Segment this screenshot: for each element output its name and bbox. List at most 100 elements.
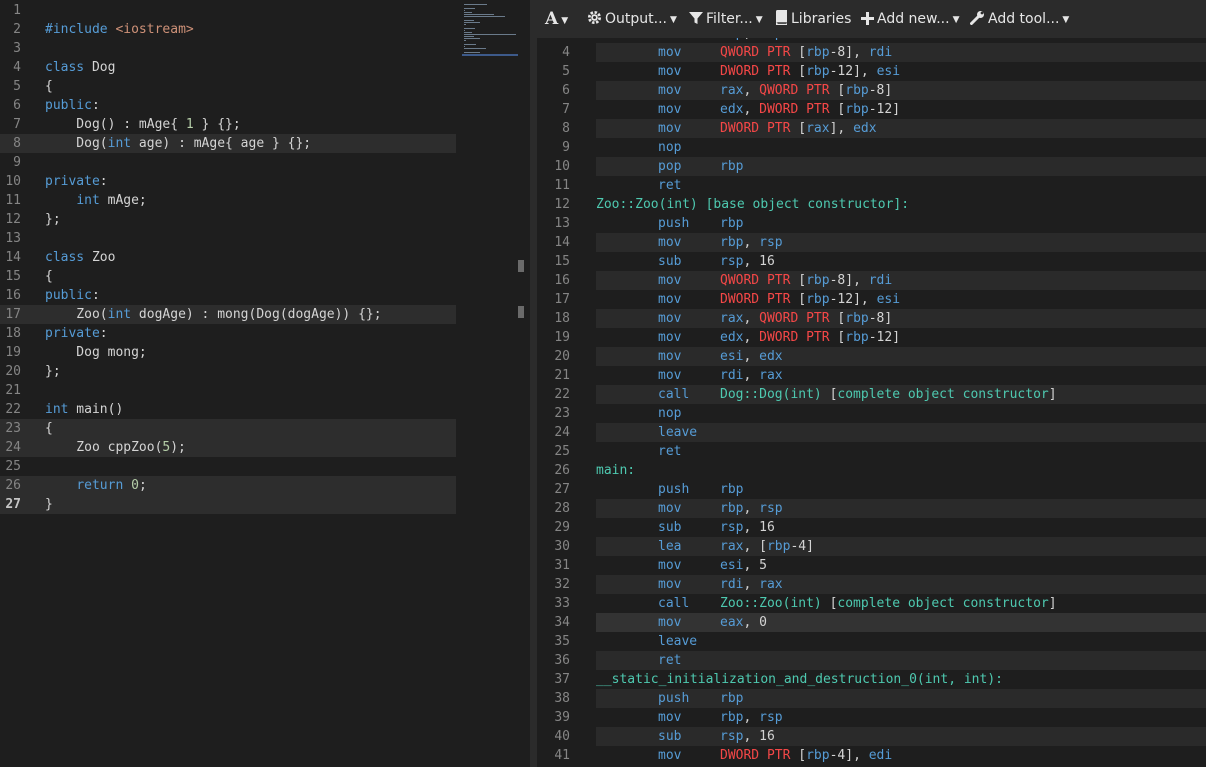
source-editor[interactable]: 1 2 #include <iostream> 3 4 class Dog 5{6 publi… bbox=[0, 0, 530, 767]
asm-instruction-line[interactable]: 6 mov rax, QWORD PTR [rbp-8] bbox=[537, 81, 1206, 100]
asm-operand-token: edx bbox=[720, 330, 744, 345]
code-line[interactable]: 18 private: bbox=[0, 324, 456, 343]
code-line[interactable]: 14 class Zoo bbox=[0, 248, 456, 267]
asm-label-line[interactable]: 26 main: bbox=[537, 461, 1206, 480]
asm-instruction-line[interactable]: 22 call Dog::Dog(int) [complete object con… bbox=[537, 385, 1206, 404]
pane-divider[interactable] bbox=[530, 0, 537, 767]
asm-instruction-line[interactable]: 40 sub rsp, 16 bbox=[537, 727, 1206, 746]
asm-instruction-line[interactable]: 23 nop bbox=[537, 404, 1206, 423]
code-token: class bbox=[45, 60, 85, 75]
asm-instruction-line[interactable]: 8 mov DWORD PTR [rax], edx bbox=[537, 119, 1206, 138]
asm-operand-token: , bbox=[743, 330, 760, 345]
code-line[interactable]: 9 bbox=[0, 153, 456, 172]
asm-operand-token: rsp bbox=[720, 520, 744, 535]
code-line[interactable]: 8 Dog(int age) : mAge{ age } {}; bbox=[0, 134, 456, 153]
asm-instruction-line[interactable]: 32 mov rdi, rax bbox=[537, 575, 1206, 594]
minimap-line bbox=[464, 8, 475, 9]
asm-instruction-line[interactable]: 19 mov edx, DWORD PTR [rbp-12] bbox=[537, 328, 1206, 347]
line-number: 20 bbox=[554, 349, 570, 364]
asm-instruction-line[interactable]: 28 mov rbp, rsp bbox=[537, 499, 1206, 518]
code-line[interactable]: 13 bbox=[0, 229, 456, 248]
asm-instruction-line[interactable]: 16 mov QWORD PTR [rbp-8], rdi bbox=[537, 271, 1206, 290]
minimap-viewport[interactable] bbox=[462, 54, 518, 56]
filter-button[interactable]: Filter... ▼ bbox=[689, 0, 763, 38]
line-number: 15 bbox=[5, 269, 21, 284]
line-number: 41 bbox=[554, 748, 570, 763]
asm-opcode: mov bbox=[658, 121, 682, 136]
asm-instruction-line[interactable]: 25 ret bbox=[537, 442, 1206, 461]
code-line[interactable]: 17 Zoo(int dogAge) : mong(Dog(dogAge)) {… bbox=[0, 305, 456, 324]
code-line[interactable]: 6 public: bbox=[0, 96, 456, 115]
asm-instruction-line[interactable]: 30 lea rax, [rbp-4] bbox=[537, 537, 1206, 556]
minimap-line bbox=[464, 12, 473, 13]
asm-instruction-line[interactable]: 14 mov rbp, rsp bbox=[537, 233, 1206, 252]
code-line[interactable]: 23 { bbox=[0, 419, 456, 438]
code-line[interactable]: 15 { bbox=[0, 267, 456, 286]
asm-instruction-line[interactable]: 27 push rbp bbox=[537, 480, 1206, 499]
line-number: 22 bbox=[554, 387, 570, 402]
asm-instruction-line[interactable]: 20 mov esi, edx bbox=[537, 347, 1206, 366]
line-number: 18 bbox=[5, 326, 21, 341]
asm-instruction-line[interactable]: 5 mov DWORD PTR [rbp-12], esi bbox=[537, 62, 1206, 81]
code-line[interactable]: 24 Zoo cppZoo(5); bbox=[0, 438, 456, 457]
assembly-output[interactable]: 3movrbp, rsp4movQWORD PTR [rbp-8], rdi5m… bbox=[537, 0, 1206, 767]
asm-operand-token: rax bbox=[806, 121, 830, 136]
asm-opcode: lea bbox=[658, 539, 682, 554]
line-number: 16 bbox=[5, 288, 21, 303]
minimap-line bbox=[464, 16, 505, 17]
asm-operands: rbp bbox=[720, 157, 743, 176]
asm-instruction-line[interactable]: 18 mov rax, QWORD PTR [rbp-8] bbox=[537, 309, 1206, 328]
line-number: 7 bbox=[562, 102, 570, 117]
asm-instruction-line[interactable]: 17 mov DWORD PTR [rbp-12], esi bbox=[537, 290, 1206, 309]
code-line[interactable]: 26 return 0; bbox=[0, 476, 456, 495]
asm-instruction-line[interactable]: 11 ret bbox=[537, 176, 1206, 195]
asm-label-line[interactable]: 37 __static_initialization_and_destructio… bbox=[537, 670, 1206, 689]
output-button[interactable]: Output... ▼ bbox=[587, 0, 677, 38]
asm-instruction-line[interactable]: 34 mov eax, 0 bbox=[537, 613, 1206, 632]
minimap[interactable] bbox=[462, 0, 518, 58]
asm-instruction-line[interactable]: 21 mov rdi, rax bbox=[537, 366, 1206, 385]
asm-instruction-line[interactable]: 35 leave bbox=[537, 632, 1206, 651]
asm-instruction-line[interactable]: 24 leave bbox=[537, 423, 1206, 442]
code-line[interactable]: 10 private: bbox=[0, 172, 456, 191]
asm-instruction-line[interactable]: 9 nop bbox=[537, 138, 1206, 157]
asm-instruction-line[interactable]: 15 sub rsp, 16 bbox=[537, 252, 1206, 271]
asm-instruction-line[interactable]: 33 call Zoo::Zoo(int) [complete object con… bbox=[537, 594, 1206, 613]
asm-operand-token: DWORD PTR bbox=[720, 64, 791, 79]
asm-instruction-line[interactable]: 36 ret bbox=[537, 651, 1206, 670]
asm-operand-token: rbp bbox=[806, 273, 830, 288]
code-line[interactable]: 20}; bbox=[0, 362, 456, 381]
code-line[interactable]: 7 Dog() : mAge{ 1 } {}; bbox=[0, 115, 456, 134]
code-line[interactable]: 11 int mAge; bbox=[0, 191, 456, 210]
asm-instruction-line[interactable]: 39 mov rbp, rsp bbox=[537, 708, 1206, 727]
code-line[interactable]: 3 bbox=[0, 39, 456, 58]
code-line[interactable]: 19 Dog mong; bbox=[0, 343, 456, 362]
asm-instruction-line[interactable]: 13 push rbp bbox=[537, 214, 1206, 233]
code-line[interactable]: 22 int main() bbox=[0, 400, 456, 419]
line-number: 21 bbox=[554, 368, 570, 383]
asm-instruction-line[interactable]: 7 mov edx, DWORD PTR [rbp-12] bbox=[537, 100, 1206, 119]
asm-label-line[interactable]: 12 Zoo::Zoo(int) [base object constructor… bbox=[537, 195, 1206, 214]
code-line[interactable]: 27} bbox=[0, 495, 456, 514]
font-button[interactable]: A ▼ bbox=[545, 0, 568, 38]
code-line[interactable]: 25 bbox=[0, 457, 456, 476]
asm-instruction-line[interactable]: 38 push rbp bbox=[537, 689, 1206, 708]
asm-opcode: mov bbox=[658, 83, 682, 98]
asm-operand-token: DWORD PTR bbox=[759, 102, 830, 117]
code-line[interactable]: 1 bbox=[0, 1, 456, 20]
code-line[interactable]: 4 class Dog bbox=[0, 58, 456, 77]
asm-instruction-line[interactable]: 29 sub rsp, 16 bbox=[537, 518, 1206, 537]
asm-instruction-line[interactable]: 31 mov esi, 5 bbox=[537, 556, 1206, 575]
code-line[interactable]: 2 #include <iostream> bbox=[0, 20, 456, 39]
asm-operand-token: rbp bbox=[806, 45, 830, 60]
asm-instruction-line[interactable]: 10 pop rbp bbox=[537, 157, 1206, 176]
code-line[interactable]: 5{ bbox=[0, 77, 456, 96]
asm-instruction-line[interactable]: 4 mov QWORD PTR [rbp-8], rdi bbox=[537, 43, 1206, 62]
add-new-button[interactable]: Add new... ▼ bbox=[861, 0, 959, 38]
code-line[interactable]: 21 bbox=[0, 381, 456, 400]
libraries-button[interactable]: Libraries bbox=[775, 0, 851, 38]
asm-instruction-line[interactable]: 41 mov DWORD PTR [rbp-4], edi bbox=[537, 746, 1206, 765]
code-line[interactable]: 16 public: bbox=[0, 286, 456, 305]
add-tool-button[interactable]: Add tool... ▼ bbox=[970, 0, 1069, 38]
code-line[interactable]: 12}; bbox=[0, 210, 456, 229]
